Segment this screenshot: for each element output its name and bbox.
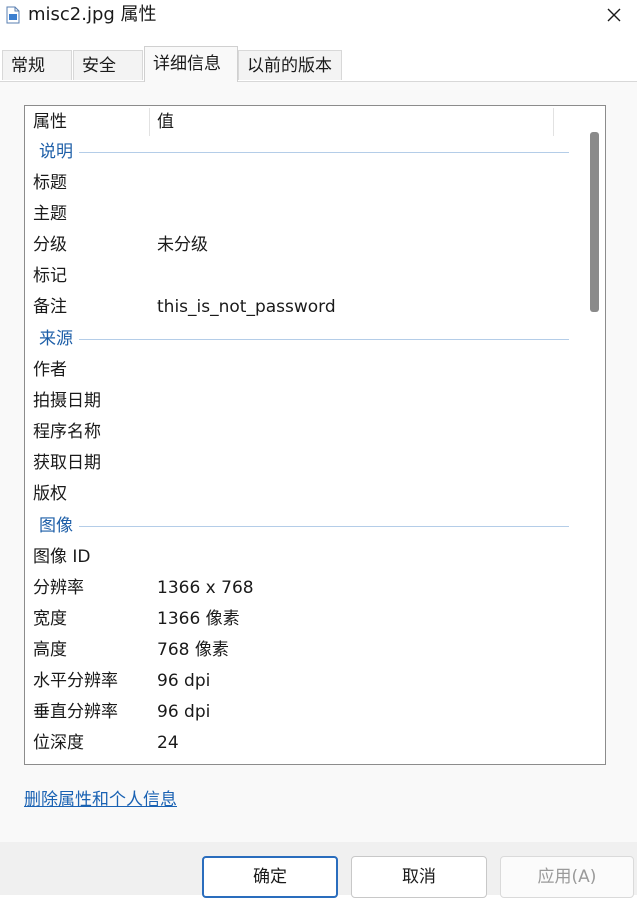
- vertical-scrollbar[interactable]: [581, 106, 605, 764]
- table-row[interactable]: 主题: [25, 199, 581, 230]
- apply-button[interactable]: 应用(A): [500, 856, 634, 898]
- column-divider[interactable]: [553, 108, 554, 136]
- table-row[interactable]: 高度 768 像素: [25, 635, 581, 666]
- table-row[interactable]: 程序名称: [25, 417, 581, 448]
- table-row[interactable]: 拍摄日期: [25, 386, 581, 417]
- tab-general[interactable]: 常规: [2, 50, 72, 80]
- column-divider[interactable]: [149, 108, 150, 136]
- table-row[interactable]: 分辨率 1366 x 768: [25, 573, 581, 604]
- table-row[interactable]: 获取日期: [25, 448, 581, 479]
- column-header: 属性 值: [25, 106, 581, 138]
- tab-security[interactable]: 安全: [73, 50, 143, 80]
- property-list[interactable]: 属性 值 说明 标题 主题 分级 未分级 标记 备注 this_is_not_pas…: [24, 105, 606, 765]
- scrollbar-thumb[interactable]: [590, 132, 599, 312]
- column-header-property[interactable]: 属性: [33, 110, 67, 134]
- table-row[interactable]: 垂直分辨率 96 dpi: [25, 697, 581, 728]
- tab-details[interactable]: 详细信息: [144, 46, 238, 82]
- group-header-origin[interactable]: 来源: [25, 324, 581, 355]
- column-header-value[interactable]: 值: [157, 110, 174, 134]
- close-icon[interactable]: [599, 2, 629, 28]
- table-row[interactable]: 作者: [25, 355, 581, 386]
- tab-strip: 常规 安全 详细信息 以前的版本: [0, 38, 637, 82]
- cancel-button[interactable]: 取消: [351, 856, 487, 898]
- table-row[interactable]: 标记: [25, 261, 581, 292]
- window-title: misc2.jpg 属性: [28, 4, 157, 25]
- table-row[interactable]: 宽度 1366 像素: [25, 604, 581, 635]
- table-row[interactable]: 备注 this_is_not_password: [25, 292, 581, 323]
- table-row[interactable]: 水平分辨率 96 dpi: [25, 666, 581, 697]
- image-file-icon: [6, 6, 20, 24]
- ok-button[interactable]: 确定: [202, 856, 338, 898]
- remove-properties-link[interactable]: 删除属性和个人信息: [24, 788, 177, 812]
- title-bar: misc2.jpg 属性: [0, 0, 637, 38]
- group-header-description[interactable]: 说明: [25, 137, 581, 168]
- group-header-image[interactable]: 图像: [25, 511, 581, 542]
- table-row[interactable]: 标题: [25, 168, 581, 199]
- table-row[interactable]: 分级 未分级: [25, 230, 581, 261]
- table-row[interactable]: 图像 ID: [25, 542, 581, 573]
- details-panel: 属性 值 说明 标题 主题 分级 未分级 标记 备注 this_is_not_pas…: [0, 81, 637, 843]
- table-row[interactable]: 位深度 24: [25, 728, 581, 759]
- table-row[interactable]: 版权: [25, 479, 581, 510]
- dialog-footer: 确定 取消 应用(A): [0, 842, 637, 898]
- tab-previous-versions[interactable]: 以前的版本: [238, 50, 342, 80]
